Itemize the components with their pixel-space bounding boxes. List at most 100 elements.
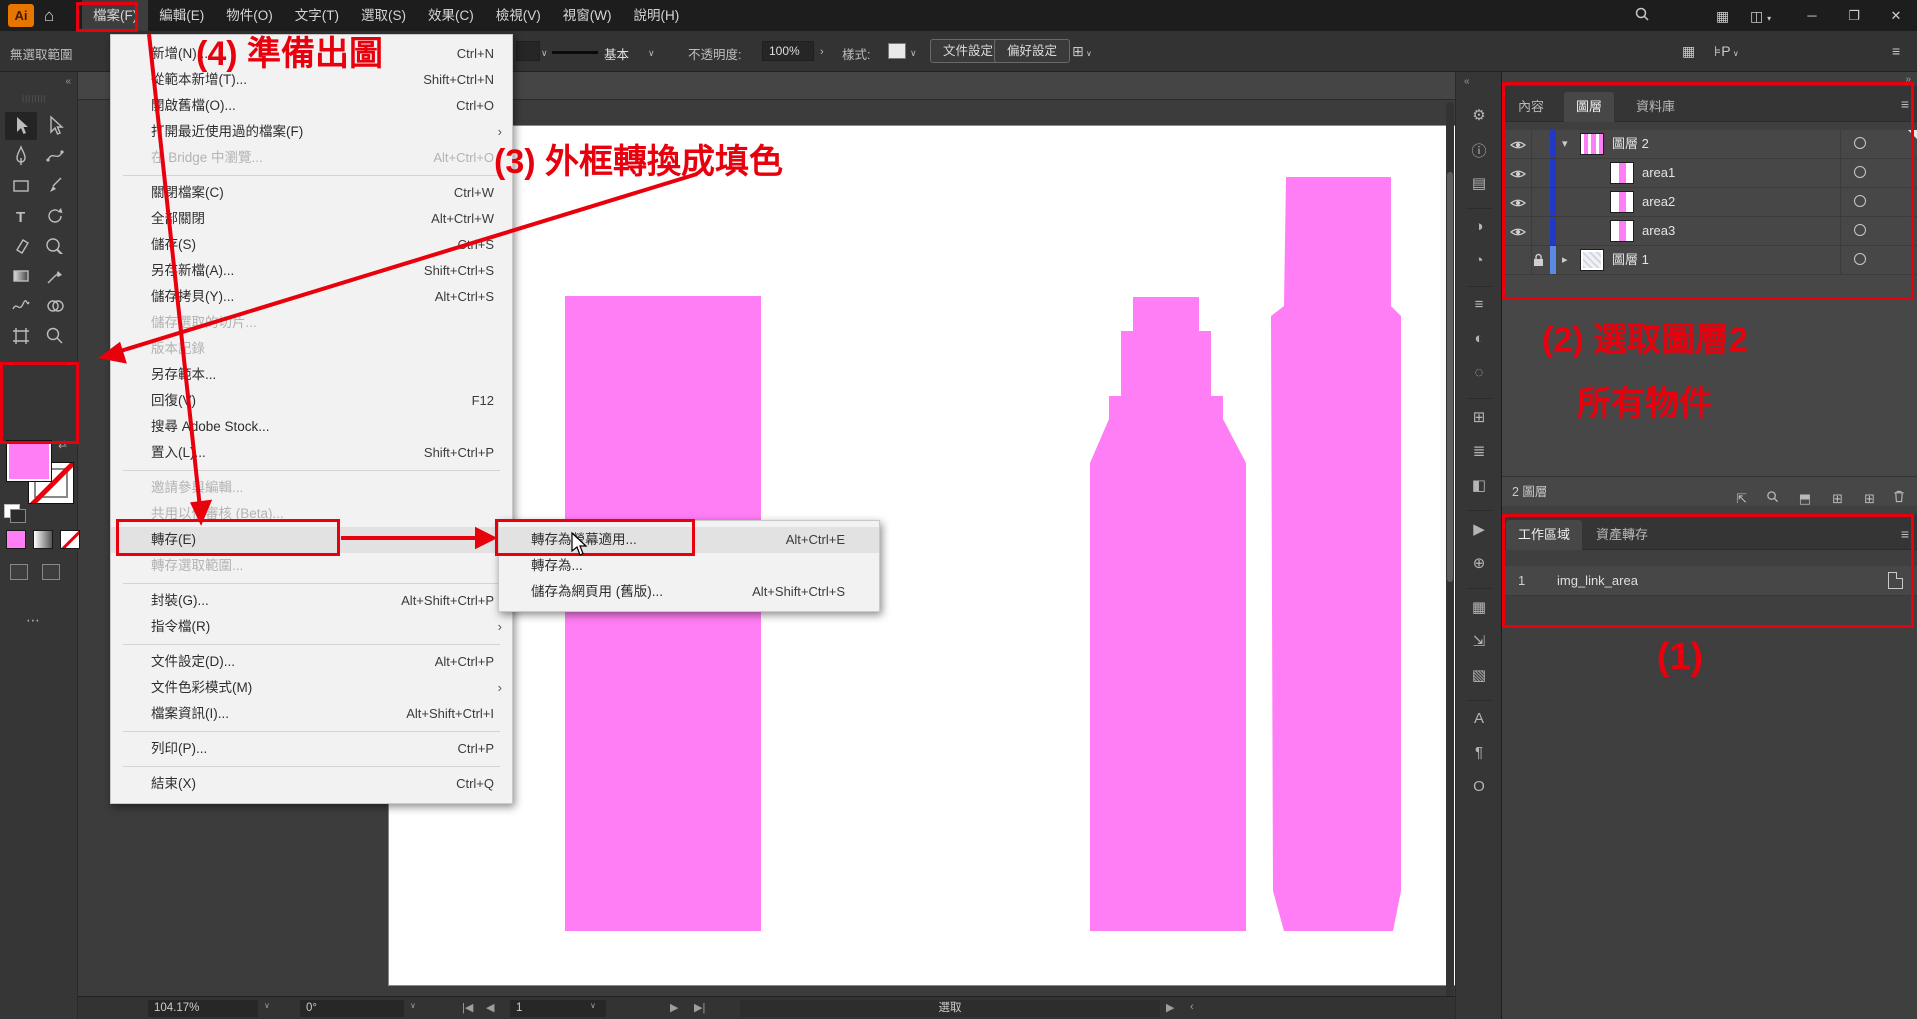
last-artboard-icon[interactable]: ▶| — [694, 1001, 705, 1014]
gear-panel-icon[interactable]: ⚙ — [1456, 106, 1502, 124]
paragraph-panel-icon[interactable]: ¶ — [1456, 744, 1502, 761]
collect-for-export-icon[interactable]: ⇱ — [1736, 484, 1747, 514]
export-submenu-item-1[interactable]: 轉存為螢幕適用...Alt+Ctrl+E — [499, 527, 879, 553]
vertical-scrollbar[interactable] — [1446, 102, 1454, 1007]
artboards-panel-menu-icon[interactable]: ≡ — [1901, 526, 1909, 542]
file-menu-item-8[interactable]: 全部關閉Alt+Ctrl+W — [111, 206, 512, 232]
artboard-caret-icon[interactable]: ∨ — [590, 1001, 596, 1010]
workspace-switcher-icon[interactable]: ◫ ▾ — [1750, 8, 1771, 25]
menubar-item-4[interactable]: 文字(T) — [284, 0, 350, 31]
prev-artboard-icon[interactable]: ◀ — [486, 1001, 494, 1014]
layer-row-圖層-1[interactable]: ▸圖層 1 — [1502, 246, 1917, 275]
links-panel-icon[interactable]: ⊕ — [1456, 554, 1502, 572]
file-menu-item-11[interactable]: 儲存拷貝(Y)...Alt+Ctrl+S — [111, 284, 512, 310]
maximize-button[interactable]: ❐ — [1833, 0, 1875, 31]
asset-export-panel-icon[interactable]: ⇲ — [1456, 632, 1502, 650]
layer-target-circle[interactable] — [1854, 166, 1866, 178]
file-menu-item-9[interactable]: 儲存(S)Ctrl+S — [111, 232, 512, 258]
vertical-scrollbar-thumb[interactable] — [1447, 172, 1453, 582]
file-menu-item-28[interactable]: 文件色彩模式(M)› — [111, 675, 512, 701]
file-menu-item-4[interactable]: 打開最近使用過的檔案(F)› — [111, 119, 512, 145]
character-panel-icon[interactable]: A — [1456, 710, 1502, 727]
preferences-button[interactable]: 偏好設定 — [994, 39, 1070, 63]
tab-layers[interactable]: 圖層 — [1564, 92, 1614, 122]
layer-row-area3[interactable]: area3 — [1502, 217, 1917, 246]
file-menu-item-14[interactable]: 另存範本... — [111, 362, 512, 388]
export-submenu-item-3[interactable]: 儲存為網頁用 (舊版)...Alt+Shift+Ctrl+S — [499, 579, 879, 605]
layer-row-area2[interactable]: area2 — [1502, 188, 1917, 217]
layer-target-circle[interactable] — [1854, 224, 1866, 236]
layer-name[interactable]: 圖層 2 — [1612, 130, 1649, 158]
layers-panel-menu-icon[interactable]: ≡ — [1901, 96, 1909, 112]
layer-row-圖層-2[interactable]: ▾圖層 2 — [1502, 130, 1917, 159]
eraser-tool[interactable] — [5, 232, 37, 260]
artboard-row[interactable]: 1 img_link_area — [1502, 566, 1917, 596]
menubar-item-2[interactable]: 編輯(E) — [148, 0, 215, 31]
rotate-tool[interactable] — [39, 202, 71, 230]
tab-properties[interactable]: 內容 — [1506, 92, 1556, 122]
file-menu-item-29[interactable]: 檔案資訊(I)...Alt+Shift+Ctrl+I — [111, 701, 512, 727]
layer-thumbnail[interactable] — [1580, 249, 1604, 271]
eye-icon[interactable] — [1510, 226, 1526, 238]
file-menu-item-33[interactable]: 結束(X)Ctrl+Q — [111, 771, 512, 797]
menubar-item-5[interactable]: 選取(S) — [350, 0, 417, 31]
file-menu-item-17[interactable]: 置入(L)...Shift+Ctrl+P — [111, 440, 512, 466]
rotation-caret-icon[interactable]: ∨ — [410, 1001, 416, 1010]
transform-panel-icon[interactable]: ⊞ — [1456, 408, 1502, 426]
artboard-page-icon[interactable] — [1888, 572, 1903, 589]
status-play-icon[interactable]: ▶ — [1166, 1001, 1174, 1014]
opacity-input[interactable]: 100% — [762, 41, 814, 61]
layer-name[interactable]: area3 — [1642, 217, 1675, 245]
lock-icon[interactable] — [1532, 253, 1545, 267]
file-menu-item-7[interactable]: 關閉檔案(C)Ctrl+W — [111, 180, 512, 206]
file-menu-item-15[interactable]: 回復(V)F12 — [111, 388, 512, 414]
color-mode-none[interactable] — [60, 530, 80, 549]
image-trace-panel-icon[interactable]: ▧ — [1456, 666, 1502, 684]
new-sublayer-icon[interactable]: ⊞ — [1832, 484, 1843, 514]
tools-grip[interactable]: |||||||| — [22, 94, 47, 103]
new-layer-icon[interactable]: ⊞ — [1864, 484, 1875, 514]
rectangle-tool[interactable] — [5, 172, 37, 200]
zoom-level-field[interactable]: 104.17% — [148, 1000, 258, 1017]
color-panel-icon[interactable]: ◑ — [1456, 218, 1502, 235]
layer-name[interactable]: area1 — [1642, 159, 1675, 187]
panel-menu-icon[interactable]: ≡ — [1892, 43, 1900, 59]
layer-thumbnail[interactable] — [1610, 162, 1634, 184]
style-swatch[interactable] — [888, 43, 906, 59]
edit-toolbar-icon[interactable]: ⋯ — [26, 612, 42, 629]
next-artboard-icon[interactable]: ▶ — [670, 1001, 678, 1014]
file-menu-item-1[interactable]: 新增(N)...Ctrl+N — [111, 41, 512, 67]
gradient-tool[interactable] — [5, 262, 37, 290]
swatches-panel-icon[interactable]: ◐ — [1456, 330, 1502, 347]
magic-wand-tool[interactable] — [39, 232, 71, 260]
make-clipping-mask-icon[interactable]: ⬒ — [1799, 484, 1811, 514]
pathfinder-panel-icon[interactable]: ◧ — [1456, 476, 1502, 494]
color-mode-fill[interactable] — [6, 530, 26, 549]
file-menu-item-3[interactable]: 開啟舊檔(O)...Ctrl+O — [111, 93, 512, 119]
curvature-tool[interactable] — [39, 142, 71, 170]
file-menu-item-31[interactable]: 列印(P)...Ctrl+P — [111, 736, 512, 762]
file-menu-item-24[interactable]: 封裝(G)...Alt+Shift+Ctrl+P — [111, 588, 512, 614]
scroll-left-icon[interactable]: ‹ — [1190, 1001, 1194, 1013]
expand-panels-icon[interactable]: « — [1464, 76, 1470, 87]
menubar-item-3[interactable]: 物件(O) — [215, 0, 284, 31]
status-display[interactable]: 選取 — [740, 1000, 1160, 1017]
layer-target-circle[interactable] — [1854, 253, 1866, 265]
type-tool[interactable]: T — [5, 202, 37, 230]
file-menu-item-10[interactable]: 另存新檔(A)...Shift+Ctrl+S — [111, 258, 512, 284]
layer-target-circle[interactable] — [1854, 195, 1866, 207]
eye-icon[interactable] — [1510, 197, 1526, 209]
paintbrush-tool[interactable] — [39, 172, 71, 200]
grid-icon[interactable]: ▦ — [1682, 43, 1695, 60]
layer-thumbnail[interactable] — [1610, 220, 1634, 242]
collapse-tools-icon[interactable]: « — [65, 76, 71, 87]
screen-mode-icon[interactable] — [42, 564, 60, 580]
eyedropper-tool[interactable] — [39, 262, 71, 290]
file-menu-item-25[interactable]: 指令檔(R)› — [111, 614, 512, 640]
file-menu-item-2[interactable]: 從範本新增(T)...Shift+Ctrl+N — [111, 67, 512, 93]
tab-libraries[interactable]: 資料庫 — [1624, 92, 1687, 122]
artboard-name[interactable]: img_link_area — [1557, 566, 1638, 596]
default-fill-stroke-icon[interactable] — [4, 504, 20, 518]
first-artboard-icon[interactable]: |◀ — [462, 1001, 473, 1014]
menubar-item-9[interactable]: 說明(H) — [622, 0, 690, 31]
